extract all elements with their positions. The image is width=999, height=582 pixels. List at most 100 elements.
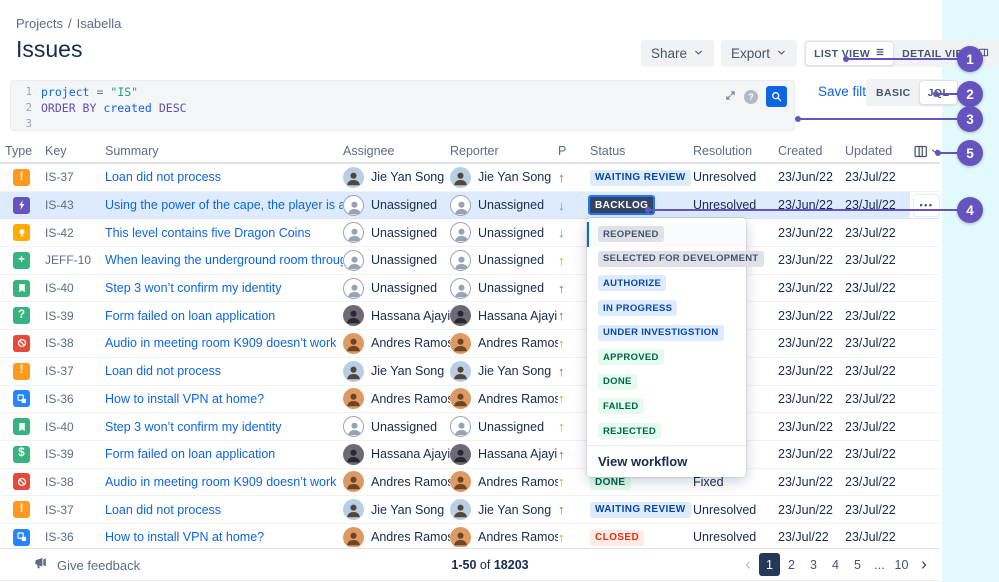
status-badge[interactable]: SELECTED FOR DEVELOPMENT (598, 251, 764, 267)
dropdown-item[interactable]: APPROVED (587, 345, 746, 370)
issue-row[interactable]: IS-43Using the power of the cape, the pl… (0, 192, 940, 220)
issue-row[interactable]: IS-38Audio in meeting room K909 doesn’t … (0, 469, 940, 497)
assignee[interactable]: Unassigned (343, 278, 450, 299)
issue-summary-link[interactable]: Loan did not process (105, 170, 221, 184)
assignee[interactable]: Jie Yan Song (343, 361, 450, 382)
reporter[interactable]: Hassana Ajayi (450, 305, 558, 326)
status-badge[interactable]: REOPENED (598, 226, 664, 242)
export-button[interactable]: Export (721, 40, 797, 67)
issue-row[interactable]: IS-40Step 3 won’t confirm my identityUna… (0, 275, 940, 303)
status-badge[interactable]: CLOSED (590, 530, 644, 546)
issue-row[interactable]: IS-40Step 3 won’t confirm my identityUna… (0, 413, 940, 441)
assignee[interactable]: Jie Yan Song (343, 499, 450, 520)
issue-row[interactable]: IS-38Audio in meeting room K909 doesn’t … (0, 330, 940, 358)
page-button-10[interactable]: 10 (891, 553, 912, 576)
list-view-button[interactable]: LIST VIEW (806, 42, 893, 65)
assignee[interactable]: Unassigned (343, 222, 450, 243)
jql-editor[interactable]: 1project="IS"2ORDER BYcreatedDESC3 ? (10, 80, 795, 131)
issue-row[interactable]: IS-36How to install VPN at home?Andres R… (0, 524, 940, 547)
issue-row[interactable]: $IS-39Form failed on loan applicationHas… (0, 441, 940, 469)
reporter[interactable]: Andres Ramos (450, 388, 558, 409)
dropdown-item[interactable]: FAILED (587, 394, 746, 419)
assignee[interactable]: Unassigned (343, 195, 450, 216)
created-cell: 23/Jun/22 (778, 503, 845, 517)
page-button-2[interactable]: 2 (781, 553, 802, 576)
previous-page-button[interactable] (737, 553, 758, 576)
dropdown-item[interactable]: REJECTED (587, 419, 746, 444)
search-button[interactable] (766, 86, 787, 107)
issue-summary-link[interactable]: Step 3 won’t confirm my identity (105, 281, 281, 295)
assignee[interactable]: Unassigned (343, 250, 450, 271)
issue-summary-link[interactable]: When leaving the underground room throug… (105, 253, 343, 267)
page-button-4[interactable]: 4 (825, 553, 846, 576)
issue-summary-link[interactable]: This level contains five Dragon Coins (105, 226, 311, 240)
issue-type-icon-question: ? (13, 307, 30, 324)
dropdown-item[interactable]: DONE (587, 370, 746, 395)
status-badge[interactable]: APPROVED (598, 349, 664, 365)
assignee[interactable]: Andres Ramos (343, 388, 450, 409)
reporter[interactable]: Jie Yan Song (450, 499, 558, 520)
reporter[interactable]: Unassigned (450, 278, 558, 299)
dropdown-item[interactable]: IN PROGRESS (587, 296, 746, 321)
status-badge[interactable]: AUTHORIZE (598, 275, 666, 291)
help-icon[interactable]: ? (744, 90, 758, 104)
view-workflow-item[interactable]: View workflow (587, 446, 746, 477)
issue-row[interactable]: +JEFF-10When leaving the underground roo… (0, 247, 940, 275)
issue-summary-link[interactable]: Form failed on loan application (105, 447, 275, 461)
reporter[interactable]: Unassigned (450, 222, 558, 243)
dropdown-item[interactable]: UNDER INVESTIGSTION (587, 320, 746, 345)
status-badge[interactable]: WAITING REVIEW (590, 170, 691, 186)
status-badge[interactable]: WAITING REVIEW (590, 502, 691, 518)
dropdown-item[interactable]: SELECTED FOR DEVELOPMENT (587, 247, 746, 272)
reporter[interactable]: Unassigned (450, 195, 558, 216)
assignee[interactable]: Andres Ramos (343, 527, 450, 547)
issue-summary-link[interactable]: Loan did not process (105, 503, 221, 517)
issue-summary-link[interactable]: Audio in meeting room K909 doesn’t work (105, 475, 336, 489)
reporter[interactable]: Unassigned (450, 250, 558, 271)
share-button[interactable]: Share (641, 40, 714, 67)
breadcrumb-projects[interactable]: Projects (16, 16, 63, 31)
status-badge[interactable]: REJECTED (598, 423, 661, 439)
breadcrumb-project-name[interactable]: Isabella (77, 16, 122, 31)
assignee[interactable]: Hassana Ajayi (343, 305, 450, 326)
issue-summary-link[interactable]: Form failed on loan application (105, 309, 275, 323)
issue-row[interactable]: ?IS-39Form failed on loan applicationHas… (0, 302, 940, 330)
give-feedback-button[interactable]: Give feedback (33, 556, 140, 574)
reporter[interactable]: Unassigned (450, 416, 558, 437)
issue-summary-link[interactable]: Step 3 won’t confirm my identity (105, 420, 281, 434)
issue-summary-link[interactable]: How to install VPN at home? (105, 530, 264, 544)
issue-summary-link[interactable]: Using the power of the cape, the player … (105, 198, 343, 212)
assignee[interactable]: Jie Yan Song (343, 167, 450, 188)
reporter[interactable]: Andres Ramos (450, 527, 558, 547)
status-badge[interactable]: IN PROGRESS (598, 300, 677, 316)
reporter[interactable]: Andres Ramos (450, 471, 558, 492)
assignee[interactable]: Andres Ramos (343, 333, 450, 354)
issue-row[interactable]: IS-42This level contains five Dragon Coi… (0, 219, 940, 247)
assignee[interactable]: Unassigned (343, 416, 450, 437)
assignee[interactable]: Andres Ramos (343, 471, 450, 492)
expand-icon[interactable] (725, 88, 736, 106)
issue-row[interactable]: IS-36How to install VPN at home?Andres R… (0, 386, 940, 414)
reporter[interactable]: Andres Ramos (450, 333, 558, 354)
issue-summary-link[interactable]: Loan did not process (105, 364, 221, 378)
issue-row[interactable]: !IS-37Loan did not processJie Yan SongJi… (0, 358, 940, 386)
issue-row[interactable]: !IS-37Loan did not processJie Yan SongJi… (0, 164, 940, 192)
reporter[interactable]: Jie Yan Song (450, 167, 558, 188)
dropdown-item[interactable]: REOPENED (587, 222, 746, 247)
issue-summary-link[interactable]: How to install VPN at home? (105, 392, 264, 406)
issue-summary-link[interactable]: Audio in meeting room K909 doesn’t work (105, 336, 336, 350)
row-menu-button[interactable]: ••• (913, 194, 940, 217)
next-page-button[interactable] (913, 553, 934, 576)
status-badge[interactable]: UNDER INVESTIGSTION (598, 325, 724, 341)
status-badge[interactable]: DONE (598, 374, 637, 390)
page-button-1[interactable]: 1 (759, 553, 780, 576)
assignee[interactable]: Hassana Ajayi (343, 444, 450, 465)
issue-row[interactable]: !IS-37Loan did not processJie Yan SongJi… (0, 496, 940, 524)
page-button-3[interactable]: 3 (803, 553, 824, 576)
reporter[interactable]: Hassana Ajayi (450, 444, 558, 465)
reporter[interactable]: Jie Yan Song (450, 361, 558, 382)
dropdown-item[interactable]: AUTHORIZE (587, 271, 746, 296)
basic-mode-button[interactable]: BASIC (868, 81, 919, 104)
status-badge[interactable]: FAILED (598, 398, 644, 414)
page-button-5[interactable]: 5 (847, 553, 868, 576)
